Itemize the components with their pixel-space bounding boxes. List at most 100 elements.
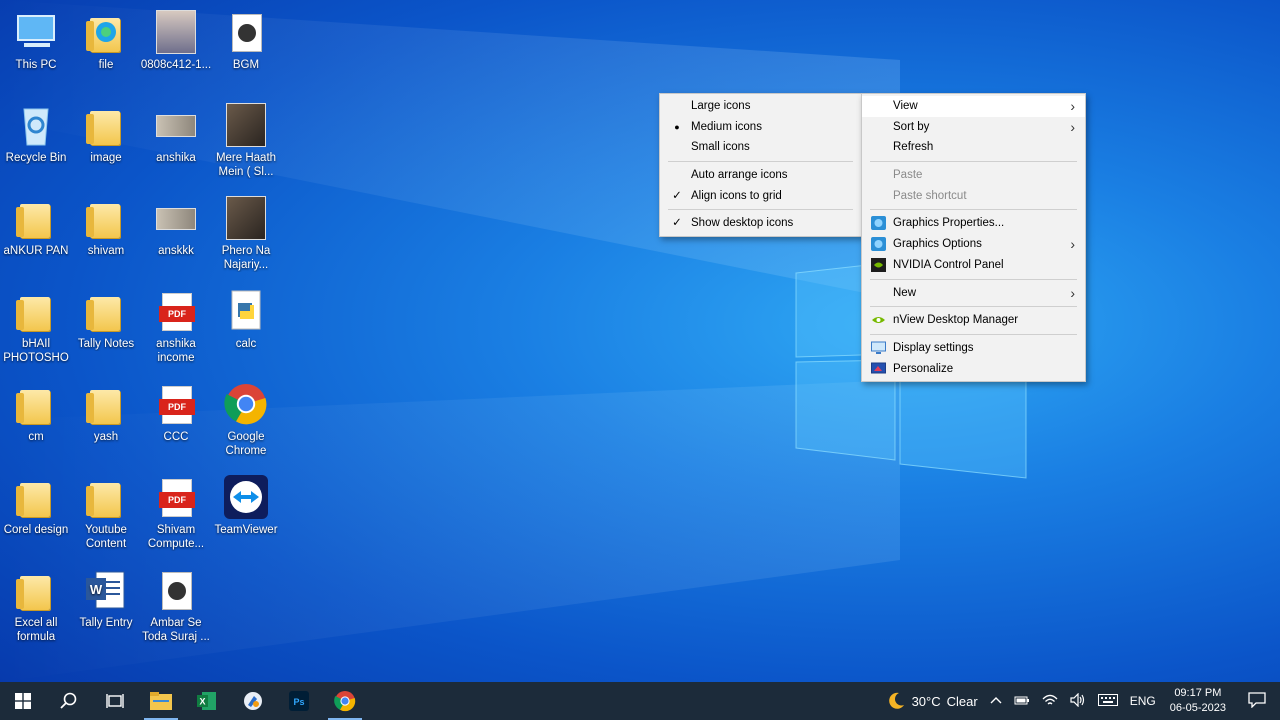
desktop-icon[interactable]: bHAIl PHOTOSHO xyxy=(0,283,72,373)
start-button[interactable] xyxy=(0,682,46,720)
menu-item-new[interactable]: New › xyxy=(862,283,1085,304)
chevron-right-icon: › xyxy=(1070,284,1075,301)
menu-item-personalize[interactable]: Personalize xyxy=(862,359,1085,380)
wifi-icon xyxy=(1042,694,1058,704)
folder-icon xyxy=(84,196,128,240)
desktop-icon[interactable]: Ambar Se Toda Suraj ... xyxy=(140,562,212,652)
menu-item-medium-icons[interactable]: ● Medium icons xyxy=(660,117,861,138)
desktop-icon-label: anshika income xyxy=(156,338,196,364)
menu-item-paste-shortcut[interactable]: Paste shortcut xyxy=(862,186,1085,207)
desktop-icon[interactable]: anskkk xyxy=(140,190,212,280)
desktop-icon[interactable]: Google Chrome xyxy=(210,376,282,466)
menu-item-nvidia-control-panel[interactable]: NVIDIA Control Panel xyxy=(862,255,1085,276)
menu-item-view[interactable]: View › xyxy=(862,96,1085,117)
desktop-icon-label: Recycle Bin xyxy=(5,152,67,164)
menu-item-display-settings[interactable]: Display settings xyxy=(862,338,1085,359)
desktop-icon[interactable]: image xyxy=(70,97,142,187)
desktop-icon[interactable]: PDF Shivam Compute... xyxy=(140,469,212,559)
desktop-icon-label: Excel all formula xyxy=(14,617,58,643)
desktop-icon-label: Youtube Content xyxy=(85,524,127,550)
search-icon xyxy=(60,692,77,709)
desktop-icon[interactable]: yash xyxy=(70,376,142,466)
desktop-icon-label: anskkk xyxy=(158,245,194,257)
menu-item-label: New xyxy=(893,286,917,299)
language-indicator[interactable]: ENG xyxy=(1124,694,1162,708)
network-button[interactable] xyxy=(1036,693,1064,710)
chevron-up-icon xyxy=(990,697,1002,704)
media-file-icon xyxy=(154,568,198,612)
folder-icon xyxy=(84,475,128,519)
menu-item-label: Show desktop icons xyxy=(691,217,794,230)
menu-item-graphics-options[interactable]: Graphics Options › xyxy=(862,234,1085,255)
desktop-icon[interactable]: Excel all formula xyxy=(0,562,72,652)
menu-item-label: Personalize xyxy=(893,362,954,375)
taskbar-excel[interactable]: X xyxy=(184,682,230,720)
desktop-icon[interactable]: This PC xyxy=(0,4,72,94)
desktop-icon[interactable]: TeamViewer xyxy=(210,469,282,559)
menu-item-small-icons[interactable]: Small icons xyxy=(660,137,861,158)
taskbar-corel[interactable] xyxy=(230,682,276,720)
battery-button[interactable] xyxy=(1008,694,1036,709)
menu-item-show-desktop-icons[interactable]: ✓ Show desktop icons xyxy=(660,213,861,234)
desktop-icon[interactable]: Mere Haath Mein ( Sl... xyxy=(210,97,282,187)
excel-icon: X xyxy=(197,692,216,710)
desktop-icon-label: CCC xyxy=(163,431,189,443)
desktop-icon[interactable]: BGM xyxy=(210,4,282,94)
taskbar-clock[interactable]: 09:17 PM 06-05-2023 xyxy=(1162,686,1234,716)
menu-item-large-icons[interactable]: Large icons xyxy=(660,96,861,117)
battery-icon xyxy=(1014,696,1029,704)
desktop-icon[interactable]: 0808c412-1... xyxy=(140,4,212,94)
menu-item-auto-arrange[interactable]: Auto arrange icons xyxy=(660,165,861,186)
menu-item-nview-desktop-manager[interactable]: nView Desktop Manager xyxy=(862,310,1085,331)
desktop-icon[interactable]: PDF anshika income xyxy=(140,283,212,373)
chevron-right-icon: › xyxy=(1070,236,1075,253)
desktop-icon[interactable]: Recycle Bin xyxy=(0,97,72,187)
desktop-icon[interactable]: shivam xyxy=(70,190,142,280)
desktop-icon-label: Corel design xyxy=(3,524,69,536)
pdf-icon: PDF xyxy=(154,475,198,519)
python-file-icon xyxy=(224,289,268,333)
speaker-icon xyxy=(1070,692,1084,707)
desktop-icon[interactable]: aNKUR PAN xyxy=(0,190,72,280)
menu-item-graphics-properties[interactable]: Graphics Properties... xyxy=(862,213,1085,234)
desktop-icon[interactable]: PDF CCC xyxy=(140,376,212,466)
menu-item-label: Display settings xyxy=(893,341,974,354)
taskbar-file-explorer[interactable] xyxy=(138,682,184,720)
edge-shortcut-icon xyxy=(84,10,128,54)
desktop-icon[interactable]: file xyxy=(70,4,142,94)
taskbar-chrome[interactable] xyxy=(322,682,368,720)
desktop-icon[interactable]: Corel design xyxy=(0,469,72,559)
recycle-bin-icon xyxy=(14,103,58,147)
volume-button[interactable] xyxy=(1064,692,1092,710)
menu-item-align-to-grid[interactable]: ✓ Align icons to grid xyxy=(660,186,861,207)
folder-icon xyxy=(14,568,58,612)
desktop-icon[interactable]: cm xyxy=(0,376,72,466)
menu-item-refresh[interactable]: Refresh xyxy=(862,137,1085,158)
menu-separator xyxy=(870,209,1077,211)
personalize-icon xyxy=(871,362,886,374)
taskbar-photoshop[interactable]: Ps xyxy=(276,682,322,720)
desktop-icon[interactable]: Tally Notes xyxy=(70,283,142,373)
weather-widget[interactable]: 30°C Clear xyxy=(880,691,984,711)
menu-item-label: Graphics Options xyxy=(893,238,982,251)
action-center-button[interactable] xyxy=(1234,691,1280,711)
desktop-icon[interactable]: Phero Na Najariy... xyxy=(210,190,282,280)
desktop-icon-label: anshika xyxy=(156,152,196,164)
desktop-icon[interactable]: calc xyxy=(210,283,282,373)
desktop-icon[interactable]: Youtube Content xyxy=(70,469,142,559)
moon-icon xyxy=(888,692,904,709)
menu-item-label: Large icons xyxy=(691,100,751,112)
radio-bullet-icon: ● xyxy=(674,121,680,132)
windows-start-icon xyxy=(15,693,31,709)
menu-item-sort-by[interactable]: Sort by › xyxy=(862,117,1085,138)
touch-keyboard-button[interactable] xyxy=(1092,693,1124,709)
show-hidden-icons-button[interactable] xyxy=(984,694,1008,708)
keyboard-icon xyxy=(1097,693,1118,706)
image-file-icon xyxy=(154,103,198,147)
search-button[interactable] xyxy=(46,682,92,720)
desktop-icon[interactable]: W Tally Entry xyxy=(70,562,142,652)
menu-item-paste[interactable]: Paste xyxy=(862,165,1085,186)
task-view-button[interactable] xyxy=(92,682,138,720)
pdf-icon: PDF xyxy=(154,289,198,333)
desktop-icon[interactable]: anshika xyxy=(140,97,212,187)
